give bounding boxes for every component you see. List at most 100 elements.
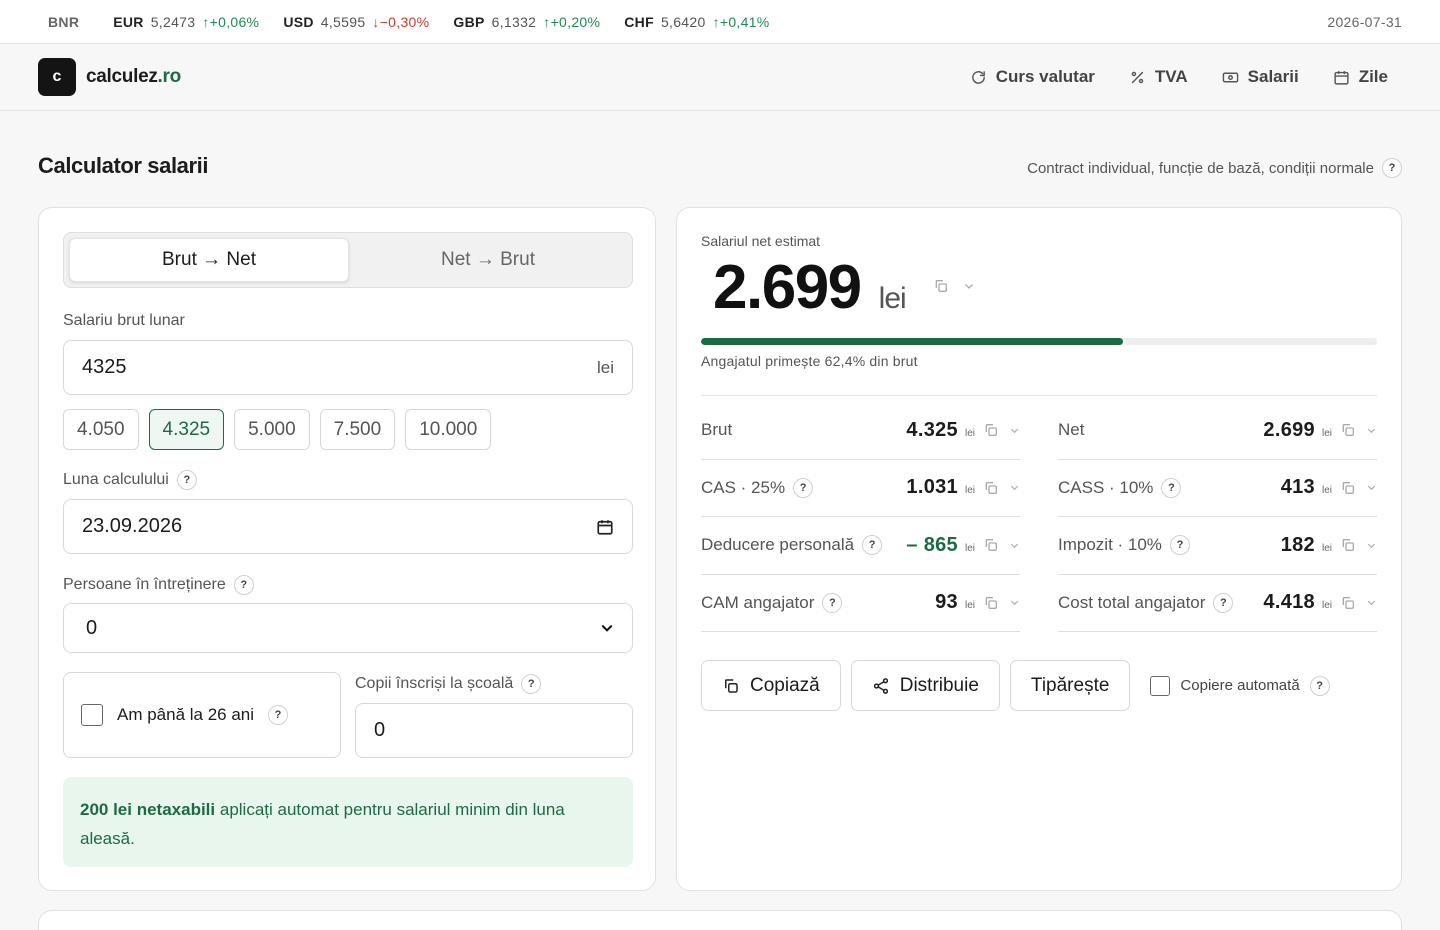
- dependents-value: 0: [86, 616, 98, 639]
- ticker-change: ↑+0,41%: [712, 13, 770, 30]
- calendar-icon[interactable]: [596, 518, 614, 536]
- ticker-item-gbp: GBP 6,1332 ↑+0,20%: [453, 14, 600, 30]
- calendar-icon: [1334, 70, 1349, 85]
- chevron-down-icon[interactable]: [1009, 597, 1020, 608]
- copy-icon[interactable]: [1340, 595, 1356, 611]
- nav-label: Salarii: [1247, 67, 1299, 86]
- copy-icon[interactable]: [983, 537, 999, 553]
- chevron-down-icon[interactable]: [1009, 540, 1020, 551]
- preset-chip[interactable]: 10.000: [405, 409, 492, 450]
- breakdown-value: 4.418: [1263, 591, 1315, 614]
- checkbox[interactable]: [81, 704, 103, 726]
- help-icon[interactable]: ?: [176, 470, 197, 490]
- logo-text[interactable]: calculez.ro: [86, 66, 181, 88]
- help-icon[interactable]: ?: [521, 674, 542, 694]
- month-date-input[interactable]: 23.09.2026: [63, 499, 633, 554]
- children-input[interactable]: 0: [355, 703, 633, 758]
- mode-toggle: Brut → Net Net → Brut: [63, 232, 633, 288]
- copy-icon[interactable]: [983, 422, 999, 438]
- dependents-select[interactable]: 0: [63, 603, 633, 653]
- help-icon[interactable]: ?: [268, 705, 289, 725]
- chevron-down-icon[interactable]: [1366, 540, 1377, 551]
- copy-icon[interactable]: [983, 595, 999, 611]
- breakdown-row: Brut 4.325 lei: [701, 402, 1020, 460]
- share-icon: [873, 677, 888, 694]
- checkbox[interactable]: [1150, 675, 1171, 696]
- help-icon[interactable]: ?: [793, 477, 814, 498]
- row-tools: [983, 422, 1020, 438]
- nav-item-salarii[interactable]: Salarii: [1222, 67, 1299, 87]
- result-card: Salariul net estimat 2.699 lei Angajatul…: [676, 207, 1402, 891]
- help-icon[interactable]: ?: [862, 535, 883, 556]
- help-icon[interactable]: ?: [1382, 158, 1402, 178]
- copy-button[interactable]: Copiază: [701, 660, 841, 711]
- ticker-date: 2026-07-31: [1327, 13, 1402, 30]
- breakdown-row: Impozit · 10%? 182 lei: [1058, 517, 1377, 575]
- under-26-checkbox[interactable]: Am până la 26 ani ?: [63, 672, 341, 758]
- row-tools: [983, 480, 1020, 496]
- breakdown-label-text: Brut: [701, 420, 733, 440]
- breakdown-label: Brut: [701, 420, 732, 440]
- nav-label: Zile: [1358, 67, 1388, 86]
- print-button[interactable]: Tipărește: [1009, 660, 1131, 711]
- month-label-text: Luna calculului: [63, 471, 169, 488]
- mode-brut-net-button[interactable]: Brut → Net: [69, 238, 349, 282]
- help-icon[interactable]: ?: [822, 592, 843, 613]
- net-estimate-value: 2.699: [713, 253, 862, 322]
- row-tools: [1340, 537, 1377, 553]
- calculator-form-card: Brut → Net Net → Brut Salariu brut lunar…: [38, 207, 656, 891]
- ticker-value: 4,5595: [320, 13, 366, 30]
- preset-chip-selected[interactable]: 4.325: [148, 409, 225, 450]
- chevron-down-icon[interactable]: [1366, 425, 1377, 436]
- breakdown-unit: lei: [1321, 600, 1332, 612]
- share-button[interactable]: Distribuie: [850, 660, 1000, 711]
- chevron-down-icon[interactable]: [1366, 482, 1377, 493]
- help-icon[interactable]: ?: [1213, 592, 1234, 613]
- copy-button-label: Copiază: [750, 674, 820, 696]
- preset-chip[interactable]: 5.000: [234, 409, 310, 450]
- chevron-down-icon[interactable]: [963, 280, 975, 292]
- nav-item-curs-valutar[interactable]: Curs valutar: [970, 67, 1095, 87]
- mode-net-brut-button[interactable]: Net → Brut: [349, 238, 627, 282]
- divider: [701, 395, 1377, 396]
- gross-salary-input[interactable]: 4325 lei: [63, 340, 633, 395]
- auto-copy-toggle[interactable]: Copiere automată ?: [1150, 675, 1330, 696]
- help-icon[interactable]: ?: [1309, 675, 1330, 696]
- breakdown-value: 4.325: [906, 418, 958, 441]
- site-header: c calculez.ro Curs valutar TVA Salarii Z…: [0, 44, 1440, 111]
- breakdown-label-text: CASS · 10%: [1058, 477, 1154, 497]
- copy-icon[interactable]: [1340, 537, 1356, 553]
- help-icon[interactable]: ?: [233, 575, 254, 595]
- preset-chip[interactable]: 7.500: [319, 409, 396, 450]
- logo-mark[interactable]: c: [38, 58, 76, 96]
- preset-chip[interactable]: 4.050: [63, 409, 139, 450]
- row-tools: [1340, 480, 1377, 496]
- breakdown-value: 2.699: [1263, 418, 1315, 441]
- help-icon[interactable]: ?: [1169, 535, 1190, 556]
- copy-icon[interactable]: [1340, 422, 1356, 438]
- help-icon[interactable]: ?: [1161, 477, 1182, 498]
- nav-item-zile[interactable]: Zile: [1333, 67, 1388, 87]
- breakdown-value: 93: [935, 591, 958, 614]
- chevron-down-icon[interactable]: [1009, 425, 1020, 436]
- copy-icon[interactable]: [983, 480, 999, 496]
- breakdown-unit: lei: [1321, 542, 1332, 554]
- nav-item-tva[interactable]: TVA: [1129, 67, 1188, 87]
- breakdown-label-text: CAS · 25%: [701, 477, 786, 497]
- page-title: Calculator salarii: [38, 153, 209, 178]
- month-label: Luna calculului ?: [63, 470, 197, 490]
- copy-icon: [725, 678, 738, 693]
- month-date-value: 23.09.2026: [82, 515, 183, 537]
- chevron-down-icon: [601, 625, 613, 632]
- chevron-down-icon[interactable]: [1009, 482, 1020, 493]
- info-bold: 200 lei netaxabili: [80, 800, 216, 819]
- page-subtitle: Contract individual, funcție de bază, co…: [1027, 158, 1402, 178]
- copy-icon[interactable]: [933, 278, 949, 294]
- refresh-icon: [971, 70, 985, 84]
- copy-icon[interactable]: [1340, 480, 1356, 496]
- chevron-down-icon[interactable]: [1366, 597, 1377, 608]
- breakdown-label-text: Cost total angajator: [1058, 592, 1206, 612]
- net-estimate-unit: lei: [878, 282, 907, 315]
- breakdown-label: CAS · 25%?: [701, 477, 814, 498]
- breakdown-label: Net: [1058, 420, 1084, 440]
